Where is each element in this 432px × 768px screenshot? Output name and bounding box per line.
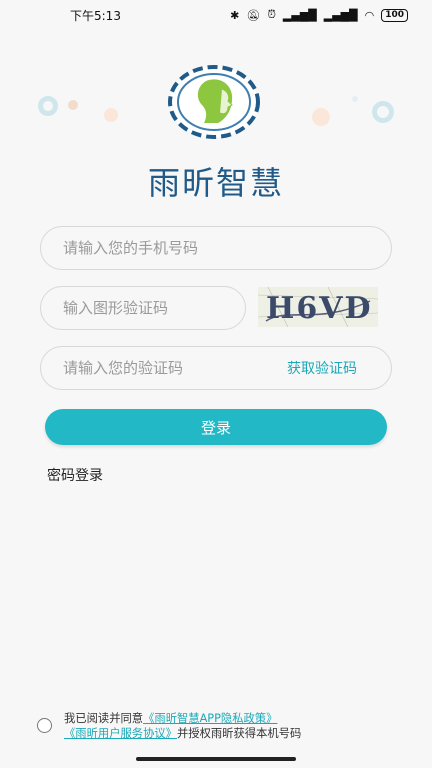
agreement-prefix: 我已阅读并同意 — [64, 712, 144, 725]
agreement-radio[interactable] — [37, 718, 52, 733]
home-indicator — [136, 757, 296, 761]
alarm-icon: ⏰︎ — [267, 8, 276, 21]
agreement-text: 我已阅读并同意《雨昕智慧APP隐私政策》 《雨昕用户服务协议》并授权雨昕获得本机… — [64, 711, 364, 741]
sms-code-field[interactable]: 获取验证码 — [40, 346, 392, 390]
brand-logo — [166, 63, 262, 141]
captcha-image[interactable]: H6VD — [258, 287, 378, 327]
mute-bell-icon: 🔕︎ — [246, 8, 261, 22]
status-time: 下午5:13 — [70, 8, 121, 23]
woman-profile-logo — [168, 65, 260, 139]
decor-dot — [38, 96, 58, 116]
phone-field[interactable] — [40, 226, 392, 270]
login-button[interactable]: 登录 — [45, 409, 387, 445]
battery-icon: 100 — [381, 8, 408, 22]
service-agreement-link[interactable]: 《雨昕用户服务协议》 — [64, 727, 177, 740]
password-login-link[interactable]: 密码登录 — [47, 465, 103, 485]
decor-dot — [104, 108, 118, 122]
privacy-policy-link[interactable]: 《雨昕智慧APP隐私政策》 — [143, 712, 277, 725]
hd-signal-icon: ▂▄▆█ — [282, 8, 317, 22]
decor-dot — [312, 108, 330, 126]
bluetooth-icon: ✱ — [230, 8, 240, 22]
captcha-input[interactable] — [63, 299, 245, 317]
captcha-text: H6VD — [266, 291, 373, 326]
decor-dot — [68, 100, 78, 110]
captcha-field[interactable] — [40, 286, 246, 330]
hd-signal-icon: ▂▄▆█ — [323, 8, 358, 22]
captcha-graphic: H6VD — [258, 287, 378, 327]
get-code-button[interactable]: 获取验证码 — [287, 358, 357, 378]
decor-dot — [372, 101, 394, 123]
status-icons: ✱ 🔕︎ ⏰︎ ▂▄▆█ ▂▄▆█ ◠ 100 — [230, 8, 408, 22]
decor-dot — [352, 96, 358, 102]
status-bar: 下午5:13 ✱ 🔕︎ ⏰︎ ▂▄▆█ ▂▄▆█ ◠ 100 — [0, 0, 432, 30]
login-screen: 下午5:13 ✱ 🔕︎ ⏰︎ ▂▄▆█ ▂▄▆█ ◠ 100 雨昕智慧 请输入您… — [0, 0, 432, 768]
sms-code-input[interactable] — [63, 359, 287, 377]
brand-title: 雨昕智慧 — [147, 164, 284, 202]
phone-input[interactable] — [63, 239, 391, 257]
wifi-icon: ◠ — [364, 8, 375, 22]
agreement-suffix: 并授权雨昕获得本机号码 — [176, 727, 302, 740]
